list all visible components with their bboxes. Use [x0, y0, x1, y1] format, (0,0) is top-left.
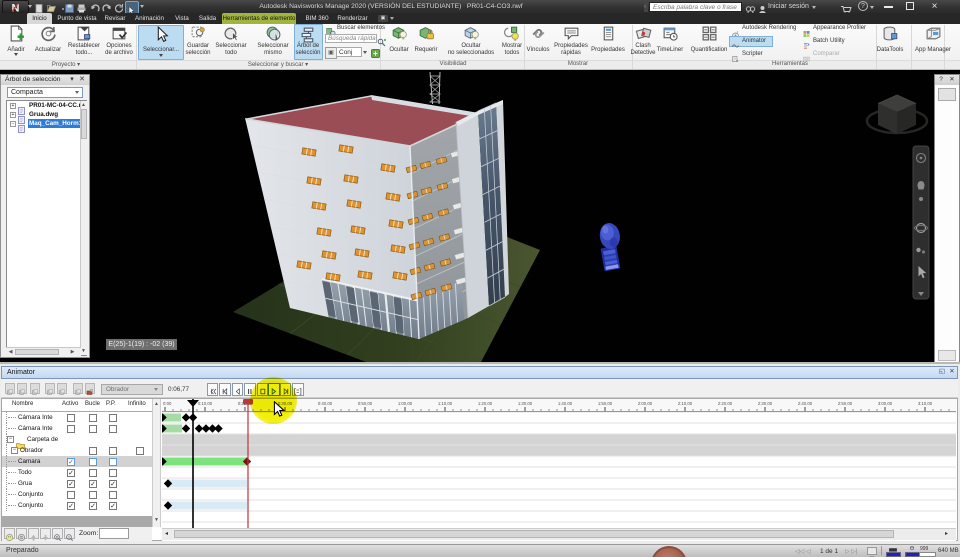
svg-text:1:40,00: 1:40,00 — [558, 401, 573, 406]
svg-text:2:40,00: 2:40,00 — [798, 401, 813, 406]
svg-text:0:00: 0:00 — [163, 401, 172, 406]
svg-text:1:10,00: 1:10,00 — [438, 401, 453, 406]
svg-text:0:10,00: 0:10,00 — [198, 401, 213, 406]
svg-text:2:00,00: 2:00,00 — [638, 401, 653, 406]
svg-text:0:40,00: 0:40,00 — [318, 401, 333, 406]
svg-text:2:20,00: 2:20,00 — [718, 401, 733, 406]
svg-text:3:10,00: 3:10,00 — [918, 401, 933, 406]
svg-text:1:50,00: 1:50,00 — [598, 401, 613, 406]
svg-text:2:50,00: 2:50,00 — [838, 401, 853, 406]
svg-text:1:20,00: 1:20,00 — [478, 401, 493, 406]
svg-text:1:30,00: 1:30,00 — [518, 401, 533, 406]
svg-text:3:00,00: 3:00,00 — [878, 401, 893, 406]
svg-text:2:10,00: 2:10,00 — [678, 401, 693, 406]
svg-text:0:50,00: 0:50,00 — [358, 401, 373, 406]
svg-text:1:00,00: 1:00,00 — [398, 401, 413, 406]
svg-text:2:30,00: 2:30,00 — [758, 401, 773, 406]
